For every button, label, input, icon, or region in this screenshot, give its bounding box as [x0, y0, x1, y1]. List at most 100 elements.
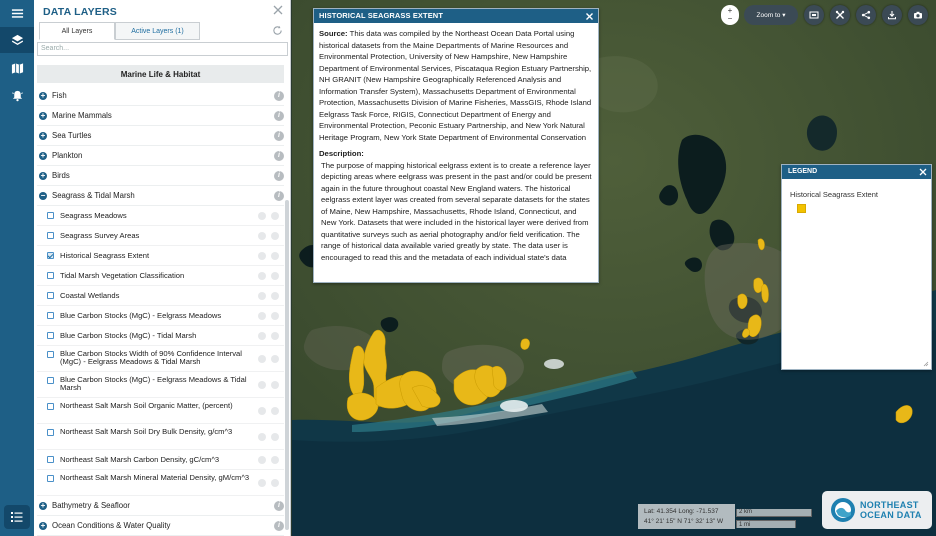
expand-icon[interactable]: +: [39, 131, 47, 140]
sublayer-row[interactable]: Historical Seagrass Extent: [37, 246, 284, 266]
opacity-icon[interactable]: [258, 312, 266, 320]
layer-checkbox[interactable]: [47, 429, 54, 436]
layer-checkbox[interactable]: [47, 332, 54, 339]
layer-checkbox[interactable]: [47, 272, 54, 279]
layer-options[interactable]: [258, 252, 282, 260]
info-icon[interactable]: [271, 479, 279, 487]
info-icon[interactable]: [271, 433, 279, 441]
opacity-icon[interactable]: [258, 381, 266, 389]
info-icon[interactable]: i: [274, 190, 284, 201]
expand-icon[interactable]: +: [39, 111, 47, 120]
scrollbar[interactable]: [285, 200, 289, 530]
category-row[interactable]: + Sea Turtles i: [37, 126, 284, 146]
layer-options[interactable]: [258, 381, 282, 389]
layer-options[interactable]: [258, 292, 282, 300]
layer-options[interactable]: [258, 456, 282, 464]
layer-options[interactable]: [258, 232, 282, 240]
screenshot-button[interactable]: [908, 5, 928, 25]
sublayer-row[interactable]: Northeast Salt Marsh Soil Organic Matter…: [37, 398, 284, 424]
opacity-icon[interactable]: [258, 272, 266, 280]
layer-options[interactable]: [258, 355, 282, 363]
category-row[interactable]: + Plankton i: [37, 146, 284, 166]
close-icon[interactable]: [919, 168, 927, 176]
category-row[interactable]: + Marine Mammals i: [37, 106, 284, 126]
opacity-icon[interactable]: [258, 433, 266, 441]
opacity-icon[interactable]: [258, 456, 266, 464]
expand-icon[interactable]: +: [39, 501, 47, 510]
info-icon[interactable]: [271, 407, 279, 415]
zoom-to-dropdown[interactable]: Zoom to ▾: [744, 5, 798, 25]
sublayer-row[interactable]: Seagrass Survey Areas: [37, 226, 284, 246]
info-icon[interactable]: [271, 232, 279, 240]
info-icon[interactable]: [271, 456, 279, 464]
layer-checkbox[interactable]: [47, 377, 54, 384]
tab-active-layers[interactable]: Active Layers (1): [115, 22, 200, 40]
info-icon[interactable]: i: [274, 90, 284, 101]
layer-options[interactable]: [258, 272, 282, 280]
info-icon[interactable]: i: [274, 130, 284, 141]
sublayer-row[interactable]: Northeast Salt Marsh Mineral Material De…: [37, 470, 284, 496]
info-icon[interactable]: i: [274, 110, 284, 121]
info-icon[interactable]: i: [274, 150, 284, 161]
northeast-ocean-data-logo[interactable]: NORTHEAST OCEAN DATA: [822, 491, 932, 529]
category-row[interactable]: + Bathymetry & Seafloor i: [37, 496, 284, 516]
sublayer-row[interactable]: Tidal Marsh Vegetation Classification: [37, 266, 284, 286]
category-row[interactable]: + Ocean Conditions & Water Quality i: [37, 516, 284, 536]
resize-handle-icon[interactable]: [923, 361, 929, 367]
info-icon[interactable]: [271, 272, 279, 280]
alerts-button[interactable]: [0, 82, 34, 108]
opacity-icon[interactable]: [258, 292, 266, 300]
close-icon[interactable]: [585, 12, 594, 21]
info-icon[interactable]: i: [274, 500, 284, 511]
info-icon[interactable]: [271, 212, 279, 220]
layer-checkbox[interactable]: [47, 232, 54, 239]
expand-icon[interactable]: +: [39, 521, 47, 530]
legend-toggle-button[interactable]: [4, 505, 30, 529]
category-row[interactable]: − Seagrass & Tidal Marsh i: [37, 186, 284, 206]
layer-options[interactable]: [258, 407, 282, 415]
layer-options[interactable]: [258, 332, 282, 340]
layer-options[interactable]: [258, 312, 282, 320]
layer-options[interactable]: [258, 433, 282, 441]
info-icon[interactable]: [271, 312, 279, 320]
expand-icon[interactable]: +: [39, 91, 47, 100]
layer-checkbox[interactable]: [47, 252, 54, 259]
collapse-icon[interactable]: −: [39, 191, 47, 200]
layer-checkbox[interactable]: [47, 351, 54, 358]
sublayer-row[interactable]: Seagrass Meadows: [37, 206, 284, 226]
sublayer-row[interactable]: Blue Carbon Stocks Width of 90% Confiden…: [37, 346, 284, 372]
opacity-icon[interactable]: [258, 332, 266, 340]
sublayer-row[interactable]: Blue Carbon Stocks (MgC) - Eelgrass Mead…: [37, 372, 284, 398]
sublayer-row[interactable]: Blue Carbon Stocks (MgC) - Eelgrass Mead…: [37, 306, 284, 326]
tools-button[interactable]: [830, 5, 850, 25]
info-icon[interactable]: [271, 355, 279, 363]
layer-options[interactable]: [258, 479, 282, 487]
maps-button[interactable]: [0, 55, 34, 81]
sublayer-row[interactable]: Blue Carbon Stocks (MgC) - Tidal Marsh: [37, 326, 284, 346]
opacity-icon[interactable]: [258, 252, 266, 260]
opacity-icon[interactable]: [258, 355, 266, 363]
layer-checkbox[interactable]: [47, 456, 54, 463]
category-row[interactable]: + Birds i: [37, 166, 284, 186]
info-icon[interactable]: i: [274, 520, 284, 531]
opacity-icon[interactable]: [258, 479, 266, 487]
info-icon[interactable]: i: [274, 170, 284, 181]
layer-checkbox[interactable]: [47, 403, 54, 410]
basemap-button[interactable]: [804, 5, 824, 25]
info-icon[interactable]: [271, 252, 279, 260]
opacity-icon[interactable]: [258, 232, 266, 240]
close-icon[interactable]: [272, 4, 284, 16]
zoom-out-icon[interactable]: −: [728, 15, 733, 23]
share-button[interactable]: [856, 5, 876, 25]
layer-checkbox[interactable]: [47, 312, 54, 319]
search-input[interactable]: Search...: [37, 42, 288, 56]
layer-options[interactable]: [258, 212, 282, 220]
sublayer-row[interactable]: Northeast Salt Marsh Carbon Density, gC/…: [37, 450, 284, 470]
sublayer-row[interactable]: Coastal Wetlands: [37, 286, 284, 306]
layer-checkbox[interactable]: [47, 212, 54, 219]
download-button[interactable]: [882, 5, 902, 25]
info-icon[interactable]: [271, 332, 279, 340]
sublayer-row[interactable]: Northeast Salt Marsh Soil Dry Bulk Densi…: [37, 424, 284, 450]
opacity-icon[interactable]: [258, 407, 266, 415]
expand-icon[interactable]: +: [39, 151, 47, 160]
